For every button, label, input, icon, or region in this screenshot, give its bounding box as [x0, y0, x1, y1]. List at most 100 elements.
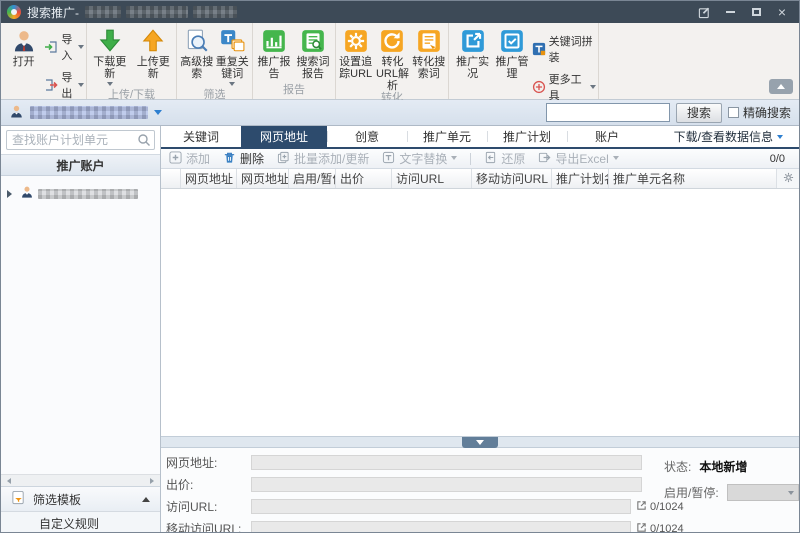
collapse-panel-button[interactable] [462, 437, 498, 448]
tab-web-address[interactable]: 网页地址 [241, 126, 327, 147]
select-all-checkbox-cell[interactable] [161, 169, 181, 188]
edit-icon[interactable] [693, 4, 715, 20]
upload-arrow-icon [140, 28, 166, 54]
open-button[interactable]: 打开 [3, 27, 44, 68]
tab-promo-units[interactable]: 推广单元 [407, 126, 487, 147]
expand-icon[interactable] [636, 522, 647, 533]
delete-button[interactable]: 删除 [223, 150, 264, 167]
column-header[interactable]: 网页地址 [181, 169, 237, 188]
search-report-icon [300, 28, 326, 54]
ribbon: 打开 导入 导出 [1, 23, 799, 100]
enable-pause-select[interactable] [727, 484, 799, 501]
search-button[interactable]: 搜索 [676, 103, 722, 123]
expand-icon[interactable] [636, 500, 647, 514]
bar-chart-icon [261, 28, 287, 54]
search-icon [137, 133, 151, 147]
collapse-up-icon[interactable] [142, 493, 150, 502]
search-term-report-button[interactable]: 搜索词报告 [293, 27, 333, 80]
download-view-data-link[interactable]: 下载/查看数据信息 [674, 126, 783, 147]
sidebar-item-filter-template[interactable]: 筛选模板 [1, 486, 160, 511]
visit-url-input[interactable] [251, 499, 631, 514]
tree-item-account[interactable] [1, 183, 160, 204]
column-header[interactable]: 推广单元名称 [609, 169, 777, 188]
tab-keywords[interactable]: 关键词 [161, 126, 241, 147]
promo-report-button[interactable]: 推广报告 [255, 27, 293, 80]
app-logo-icon [7, 5, 21, 19]
horizontal-scrollbar[interactable] [1, 474, 160, 486]
person-icon [20, 185, 34, 202]
account-tree [1, 176, 160, 474]
batch-add-update-button[interactable]: 批量添加/更新 [277, 150, 369, 167]
trash-icon [223, 151, 236, 167]
column-header[interactable]: 推广计划名称 [552, 169, 609, 188]
maximize-button[interactable] [745, 4, 767, 20]
add-icon [169, 151, 182, 167]
app-window: 搜索推广- × 打开 [0, 0, 800, 533]
content-toolbar: 添加 删除 批量添加/更新 文字替换 还原 [161, 149, 799, 169]
enable-pause-label: 启用/暂停: [664, 484, 719, 501]
exact-search-checkbox[interactable] [728, 107, 739, 118]
ribbon-group-filter: 高级搜索 重复关键词 筛选 [177, 23, 253, 99]
text-replace-button[interactable]: 文字替换 [382, 150, 457, 167]
scroll-left-icon[interactable] [4, 478, 11, 484]
column-header[interactable]: 网页地址状态 [237, 169, 289, 188]
close-button[interactable]: × [771, 4, 793, 20]
titlebar: 搜索推广- × [1, 1, 799, 23]
account-bar: 搜索 精确搜索 [1, 100, 799, 126]
duplicate-keywords-button[interactable]: 重复关键词 [215, 27, 251, 89]
account-dropdown-icon[interactable] [154, 110, 162, 119]
column-settings-button[interactable] [777, 169, 799, 188]
url-input[interactable] [251, 455, 642, 470]
tab-promo-plans[interactable]: 推广计划 [487, 126, 567, 147]
expand-icon[interactable] [7, 190, 16, 198]
column-header[interactable]: 访问URL [392, 169, 472, 188]
mobile-url-input[interactable] [251, 521, 631, 533]
scroll-right-icon[interactable] [150, 478, 157, 484]
download-update-button[interactable]: 下载更新 [89, 27, 131, 89]
bid-input[interactable] [251, 477, 642, 492]
column-header[interactable]: 出价 [336, 169, 392, 188]
import-button[interactable]: 导入 [44, 31, 84, 63]
conversion-search-term-button[interactable]: 转化搜索词 [412, 27, 446, 80]
text-replace-icon [382, 151, 395, 167]
add-button[interactable]: 添加 [169, 150, 210, 167]
more-tools-button[interactable]: 更多工具 [532, 71, 596, 103]
restore-button[interactable]: 还原 [484, 150, 525, 167]
ribbon-collapse-button[interactable] [769, 79, 793, 94]
upload-update-button[interactable]: 上传更新 [133, 27, 175, 80]
column-header[interactable]: 移动访问URL [472, 169, 552, 188]
manage-icon [499, 28, 525, 54]
import-icon [44, 40, 58, 54]
status-label: 状态: [664, 458, 691, 475]
keyword-assemble-button[interactable]: 关键词拼装 [532, 33, 596, 65]
doc-orange-icon [416, 28, 442, 54]
ribbon-group-tools: 推广实况 推广管理 关键词拼装 [449, 23, 599, 99]
advanced-search-button[interactable]: 高级搜索 [179, 27, 215, 80]
duplicate-keywords-icon [219, 28, 245, 54]
tab-creatives[interactable]: 创意 [327, 126, 407, 147]
ribbon-group-report: 推广报告 搜索词报告 报告 [253, 23, 336, 99]
person-icon [9, 104, 24, 122]
person-icon [11, 28, 37, 54]
tab-account[interactable]: 账户 [567, 126, 647, 147]
minimize-button[interactable] [719, 4, 741, 20]
column-header[interactable]: 启用/暂停 [289, 169, 336, 188]
redacted-tree-account-name [38, 189, 138, 199]
sidebar-item-custom-rules[interactable]: 自定义规则 [1, 511, 160, 533]
plus-circle-icon [532, 80, 546, 94]
export-button[interactable]: 导出 [44, 69, 84, 101]
set-tracking-url-button[interactable]: 设置追踪URL [338, 27, 373, 80]
url-label: 网页地址: [166, 454, 251, 471]
export-excel-button[interactable]: 导出Excel [538, 150, 618, 167]
conversion-url-parse-button[interactable]: 转化URL解析 [373, 27, 411, 92]
panel-splitter[interactable] [161, 436, 799, 448]
detail-form: 网页地址: 出价: 访问URL: 0/1024 移动访问URL: [161, 448, 799, 533]
promo-manage-button[interactable]: 推广管理 [492, 27, 531, 80]
sidebar-search-input[interactable] [6, 130, 155, 150]
exact-search-label: 精确搜索 [743, 104, 791, 121]
content: 关键词 网页地址 创意 推广单元 推广计划 账户 下载/查看数据信息 添加 [161, 126, 799, 533]
promo-live-button[interactable]: 推广实况 [453, 27, 492, 80]
search-input[interactable] [546, 103, 670, 122]
tabbar: 关键词 网页地址 创意 推广单元 推广计划 账户 下载/查看数据信息 [161, 126, 799, 149]
gear-icon [783, 172, 794, 186]
